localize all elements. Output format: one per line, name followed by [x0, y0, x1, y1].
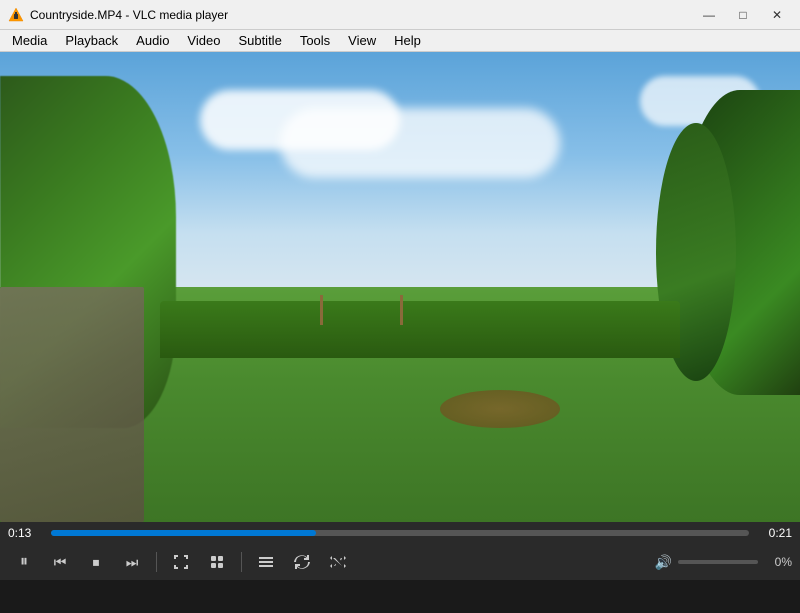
volume-icon[interactable]: 🔊 [655, 554, 672, 571]
prev-button[interactable]: ⏮ [44, 548, 76, 576]
progress-area: 0:13 0:21 [0, 522, 800, 544]
progress-fill [51, 530, 316, 536]
separator1 [156, 552, 157, 572]
pause-button[interactable]: ⏸ [8, 548, 40, 576]
title-left: Countryside.MP4 - VLC media player [8, 7, 228, 23]
menu-help[interactable]: Help [386, 31, 429, 50]
menu-media[interactable]: Media [4, 31, 55, 50]
menu-bar: Media Playback Audio Video Subtitle Tool… [0, 30, 800, 52]
next-button[interactable]: ⏭ [116, 548, 148, 576]
title-controls: — □ ✕ [694, 5, 792, 25]
volume-area: 🔊 0% [655, 554, 792, 571]
vlc-icon [8, 7, 24, 23]
minimize-button[interactable]: — [694, 5, 724, 25]
loop-button[interactable] [286, 548, 318, 576]
video-area[interactable] [0, 52, 800, 522]
fence-post1 [320, 295, 323, 325]
progress-track[interactable] [51, 530, 749, 536]
window-title: Countryside.MP4 - VLC media player [30, 8, 228, 22]
fence-post2 [400, 295, 403, 325]
menu-audio[interactable]: Audio [128, 31, 177, 50]
menu-view[interactable]: View [340, 31, 384, 50]
title-bar: Countryside.MP4 - VLC media player — □ ✕ [0, 0, 800, 30]
stone-wall [0, 287, 144, 522]
hedge-mid [160, 301, 680, 357]
cloud2 [280, 108, 560, 178]
menu-tools[interactable]: Tools [292, 31, 338, 50]
time-current: 0:13 [8, 526, 43, 540]
dirt-patch [440, 390, 560, 428]
separator2 [241, 552, 242, 572]
close-button[interactable]: ✕ [762, 5, 792, 25]
stop-button[interactable]: ⏹ [80, 548, 112, 576]
menu-video[interactable]: Video [179, 31, 228, 50]
time-total: 0:21 [757, 526, 792, 540]
controls-row: ⏸ ⏮ ⏹ ⏭ [0, 544, 800, 580]
volume-label: 0% [764, 555, 792, 569]
video-frame [0, 52, 800, 522]
menu-subtitle[interactable]: Subtitle [230, 31, 289, 50]
menu-playback[interactable]: Playback [57, 31, 126, 50]
extended-button[interactable] [201, 548, 233, 576]
fullscreen-button[interactable] [165, 548, 197, 576]
volume-track[interactable] [678, 560, 758, 564]
random-button[interactable] [322, 548, 354, 576]
maximize-button[interactable]: □ [728, 5, 758, 25]
playlist-button[interactable] [250, 548, 282, 576]
control-bar: 0:13 0:21 ⏸ ⏮ ⏹ ⏭ [0, 522, 800, 580]
